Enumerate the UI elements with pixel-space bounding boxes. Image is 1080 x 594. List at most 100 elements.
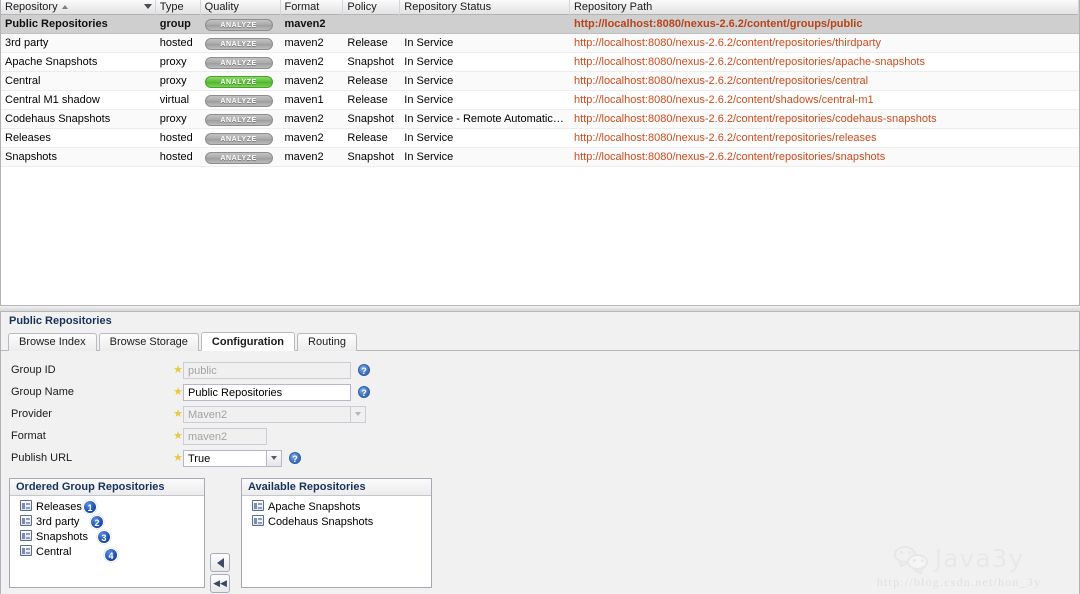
form-row-group-name: Group Name ★ Public Repositories? — [1, 381, 1079, 403]
cell-repository: Central M1 shadow — [5, 94, 100, 106]
list-item-label: Snapshots — [36, 531, 88, 543]
table-row[interactable]: 3rd party hosted ANALYZE maven2 Release In Se… — [1, 34, 1079, 53]
cell-repository-status: In Service — [404, 75, 454, 87]
chevron-down-icon[interactable] — [143, 4, 152, 9]
analyze-button[interactable]: ANALYZE — [204, 133, 273, 145]
cell-repository-status: In Service - Remote Automaticall... — [404, 113, 570, 125]
help-icon[interactable]: ? — [358, 386, 370, 398]
repository-path-link[interactable]: http://localhost:8080/nexus-2.6.2/conten… — [574, 75, 868, 87]
help-icon[interactable]: ? — [358, 364, 370, 376]
list-item-label: Central — [36, 546, 72, 558]
order-badge: 2 — [90, 515, 104, 529]
cell-quality: ANALYZE — [201, 15, 281, 34]
table-row[interactable]: Snapshots hosted ANALYZE maven2 Snapshot In S… — [1, 148, 1079, 167]
cell-type: hosted — [159, 37, 193, 49]
column-header-repository-path-label: Repository Path — [573, 1, 653, 13]
table-row[interactable]: Public Repositories group ANALYZE maven2 htt… — [1, 15, 1079, 34]
tab-browse-storage[interactable]: Browse Storage — [98, 333, 199, 351]
analyze-button[interactable]: ANALYZE — [204, 38, 273, 50]
double-arrow-left-icon: ◀◀ — [213, 578, 227, 588]
column-header-repository-status[interactable]: Repository Status — [400, 0, 570, 15]
repository-path-link[interactable]: http://localhost:8080/nexus-2.6.2/conten… — [574, 151, 885, 163]
cell-policy: Release — [347, 94, 388, 106]
cell-type: virtual — [159, 94, 190, 106]
cell-repository-status: In Service — [404, 132, 454, 144]
list-item[interactable]: Snapshots 3 — [20, 530, 204, 545]
list-item[interactable]: Central 4 — [20, 545, 204, 562]
column-header-policy-label: Policy — [347, 1, 377, 13]
repository-path-link[interactable]: http://localhost:8080/nexus-2.6.2/conten… — [574, 37, 881, 49]
list-item-label: Codehaus Snapshots — [268, 516, 374, 528]
available-repositories-panel: Available Repositories Apache Snapshots C… — [241, 478, 432, 588]
list-item[interactable]: 3rd party 2 — [20, 515, 204, 530]
repository-path-link[interactable]: http://localhost:8080/nexus-2.6.2/conten… — [574, 132, 877, 144]
cell-format: maven2 — [284, 151, 324, 163]
column-header-format[interactable]: Format — [281, 0, 344, 15]
cell-format: maven2 — [284, 18, 326, 30]
analyze-button[interactable]: ANALYZE — [204, 57, 273, 69]
repositories-grid: Repository Type Quality Format Policy Re… — [0, 0, 1080, 305]
analyze-button[interactable]: ANALYZE — [204, 19, 273, 31]
move-all-left-button[interactable]: ◀◀ — [210, 574, 230, 593]
cell-format: maven1 — [284, 94, 324, 106]
column-header-type-label: Type — [159, 1, 184, 13]
column-header-policy[interactable]: Policy — [343, 0, 401, 15]
detail-panel-title: Public Repositories — [1, 312, 1079, 331]
select-value-publish-url: True — [183, 449, 267, 467]
repository-path-link[interactable]: http://localhost:8080/nexus-2.6.2/conten… — [574, 56, 925, 68]
list-item[interactable]: Apache Snapshots — [252, 500, 431, 515]
cell-quality: ANALYZE — [201, 34, 281, 53]
cell-repository-path: http://localhost:8080/nexus-2.6.2/conten… — [570, 34, 1079, 53]
select-provider[interactable]: Maven2 — [183, 405, 366, 423]
panel-splitter[interactable] — [0, 305, 1080, 312]
list-item[interactable]: Codehaus Snapshots — [252, 515, 431, 530]
list-item[interactable]: Releases 1 — [20, 500, 204, 515]
column-header-repository[interactable]: Repository — [1, 0, 156, 15]
table-row[interactable]: Apache Snapshots proxy ANALYZE maven2 Snapsh… — [1, 53, 1079, 72]
table-row[interactable]: Releases hosted ANALYZE maven2 Release In Ser… — [1, 129, 1079, 148]
analyze-button[interactable]: ANALYZE — [204, 152, 273, 164]
column-header-repository-path[interactable]: Repository Path — [570, 0, 1079, 15]
table-row[interactable]: Central M1 shadow virtual ANALYZE maven1 Rel… — [1, 91, 1079, 110]
cell-repository-status: In Service — [404, 94, 454, 106]
column-header-quality[interactable]: Quality — [201, 0, 281, 15]
chevron-down-icon[interactable] — [267, 449, 282, 467]
label-group-name: Group Name — [11, 386, 74, 398]
repository-path-link[interactable]: http://localhost:8080/nexus-2.6.2/conten… — [574, 18, 863, 30]
help-icon[interactable]: ? — [289, 452, 301, 464]
repository-icon — [20, 515, 32, 526]
select-publish-url[interactable]: True — [183, 449, 282, 467]
tab-browse-index[interactable]: Browse Index — [8, 333, 97, 351]
tab-routing[interactable]: Routing — [297, 333, 357, 351]
input-group-name[interactable]: Public Repositories — [183, 383, 351, 401]
analyze-button[interactable]: ANALYZE — [204, 76, 273, 88]
analyze-button[interactable]: ANALYZE — [204, 114, 273, 126]
column-header-repository-label: Repository — [5, 1, 58, 13]
label-publish-url: Publish URL — [11, 452, 73, 464]
cell-policy: Release — [347, 37, 388, 49]
column-header-quality-label: Quality — [204, 1, 239, 13]
arrow-left-icon — [216, 557, 224, 568]
transfer-buttons: ◀◀ — [210, 553, 232, 594]
repository-path-link[interactable]: http://localhost:8080/nexus-2.6.2/conten… — [574, 94, 874, 106]
cell-repository: 3rd party — [5, 37, 49, 49]
input-group-id: public — [183, 361, 351, 379]
cell-repository-path: http://localhost:8080/nexus-2.6.2/conten… — [570, 91, 1079, 110]
cell-policy: Snapshot — [347, 151, 394, 163]
cell-type: proxy — [159, 75, 187, 87]
repository-icon — [252, 515, 264, 526]
chevron-down-icon[interactable] — [351, 405, 366, 423]
tab-configuration[interactable]: Configuration — [200, 332, 296, 351]
move-left-button[interactable] — [210, 553, 230, 572]
repository-path-link[interactable]: http://localhost:8080/nexus-2.6.2/conten… — [574, 113, 937, 125]
column-header-type[interactable]: Type — [156, 0, 201, 15]
label-format: Format — [11, 430, 46, 442]
analyze-button[interactable]: ANALYZE — [204, 95, 273, 107]
cell-repository: Public Repositories — [5, 18, 108, 30]
repository-icon — [252, 500, 264, 511]
table-row[interactable]: Codehaus Snapshots proxy ANALYZE maven2 Snap… — [1, 110, 1079, 129]
table-row[interactable]: Central proxy ANALYZE maven2 Release In Servi… — [1, 72, 1079, 91]
list-item-label: Apache Snapshots — [268, 501, 361, 513]
available-repositories-list[interactable]: Apache Snapshots Codehaus Snapshots — [242, 496, 431, 530]
ordered-group-repositories-list[interactable]: Releases 1 3rd party 2 Snapshots 3 Central 4 — [10, 496, 204, 562]
